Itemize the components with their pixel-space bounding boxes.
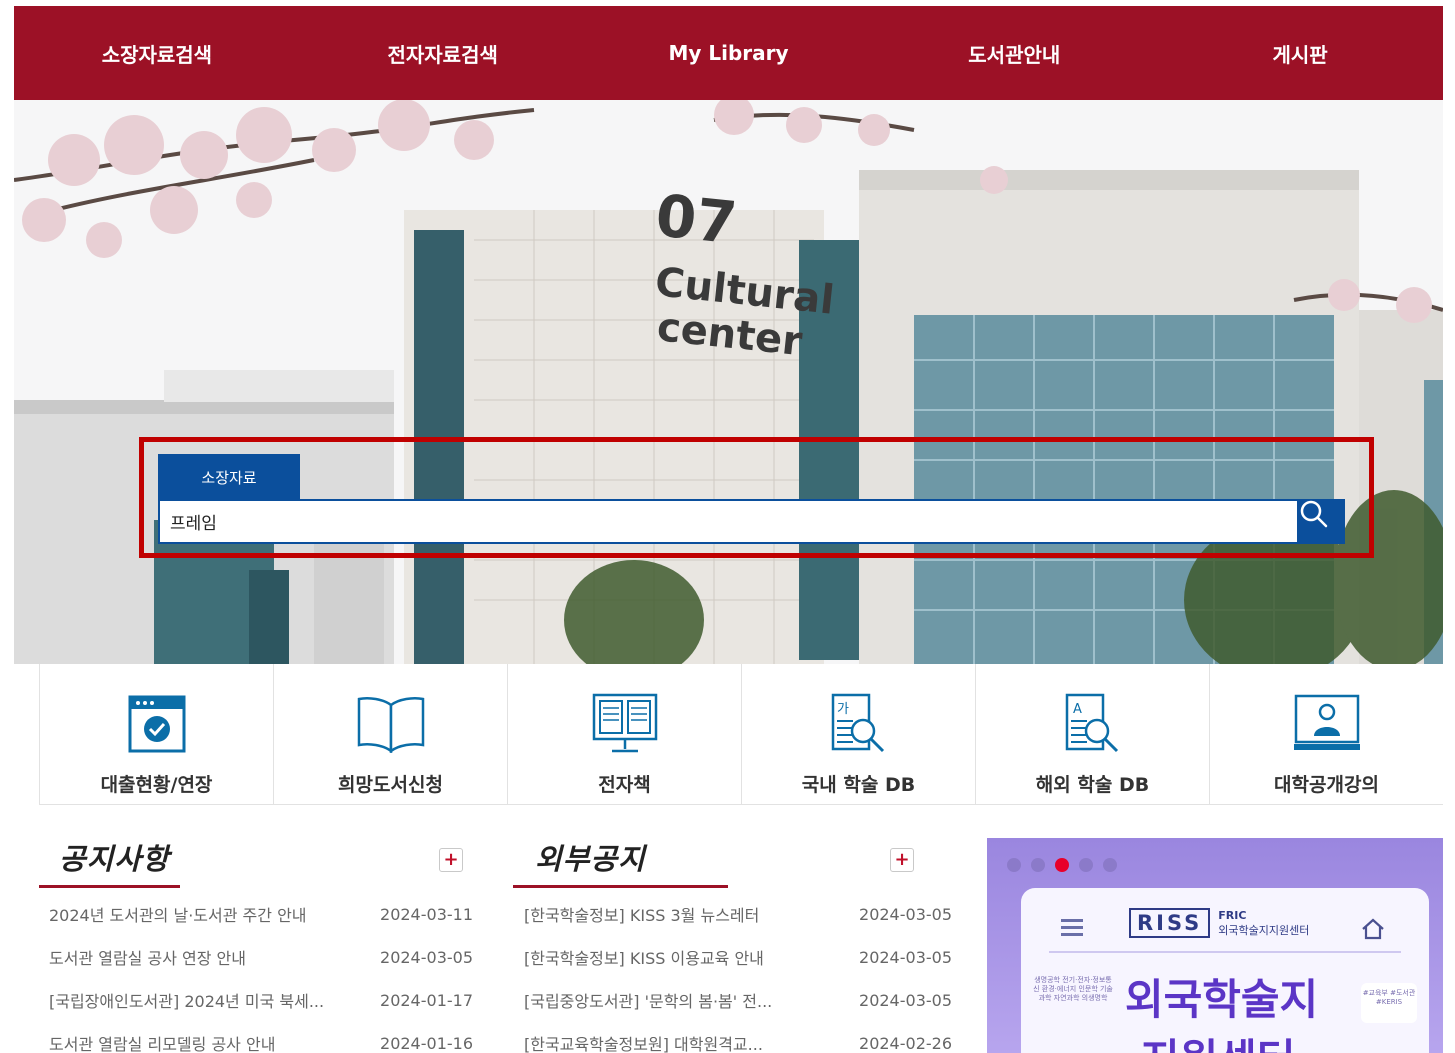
search-tab-collection[interactable]: 소장자료: [158, 454, 300, 500]
quick-link-korean-db[interactable]: 가 국내 학술 DB: [741, 664, 975, 804]
quick-link-foreign-db[interactable]: A 해외 학술 DB: [975, 664, 1209, 804]
search-button[interactable]: [1299, 499, 1345, 544]
external-row[interactable]: [한국학술정보] KISS 이용교육 안내 2024-03-05: [524, 942, 952, 972]
nav-item-board[interactable]: 게시판: [1157, 39, 1443, 68]
quick-link-label: 대학공개강의: [1274, 774, 1379, 796]
notice-title[interactable]: 도서관 열람실 리모델링 공사 안내: [49, 1031, 275, 1053]
quick-link-label: 희망도서신청: [338, 774, 443, 796]
quick-link-loan-status[interactable]: 대출현황/연장: [39, 664, 273, 804]
open-book-icon: [357, 697, 424, 753]
banner-headline-2: 지원센터: [1141, 1026, 1296, 1053]
ebook-monitor-icon: [592, 693, 657, 753]
notice-date: 2024-03-11: [380, 904, 473, 924]
nav-item-collection-search[interactable]: 소장자료검색: [14, 39, 300, 68]
external-title[interactable]: [국립중앙도서관] '문학의 봄·봄' 전...: [524, 988, 772, 1012]
banner-dot[interactable]: [1031, 858, 1045, 872]
external-title[interactable]: [한국학술정보] KISS 3월 뉴스레터: [524, 902, 759, 926]
search-input[interactable]: [158, 499, 1299, 544]
building-photo: 07 Cultural center: [14, 100, 1443, 664]
notice-title[interactable]: 도서관 열람실 공사 연장 안내: [49, 945, 246, 969]
svg-text:07: 07: [653, 181, 740, 257]
notice-title[interactable]: 2024년 도서관의 날·도서관 주간 안내: [49, 902, 307, 926]
banner-dot[interactable]: [1103, 858, 1117, 872]
quick-link-label: 해외 학술 DB: [1035, 774, 1150, 796]
external-row[interactable]: [한국학술정보] KISS 3월 뉴스레터 2024-03-05: [524, 899, 952, 929]
quick-links: 대출현황/연장 희망도서신청 전자책 가 국내 학술 DB A 해외 학술 DB…: [39, 664, 1443, 805]
riss-logo-text: RISS: [1129, 908, 1211, 938]
svg-text:가: 가: [837, 702, 849, 717]
quick-link-book-request[interactable]: 희망도서신청: [273, 664, 507, 804]
external-title[interactable]: [한국학술정보] KISS 이용교육 안내: [524, 945, 764, 969]
notice-row[interactable]: 2024년 도서관의 날·도서관 주간 안내 2024-03-11: [49, 899, 473, 929]
subject-tags: 생명공학 전기·전자·정보통신 환경·에너지 인문학 기술과학 자연과학 의생명…: [1033, 976, 1113, 1002]
riss-logo: RISS FRIC 외국학술지지원센터: [1129, 908, 1309, 938]
nav-item-my-library[interactable]: My Library: [586, 41, 872, 65]
search-icon: [1300, 500, 1328, 528]
quick-link-ebook[interactable]: 전자책: [507, 664, 741, 804]
notice-date: 2024-03-05: [380, 947, 473, 967]
external-date: 2024-03-05: [859, 947, 952, 967]
external-row[interactable]: [국립중앙도서관] '문학의 봄·봄' 전... 2024-03-05: [524, 985, 952, 1015]
notice-board-title: 공지사항: [59, 842, 170, 876]
banner-card: RISS FRIC 외국학술지지원센터 생명공학 전기·전자·정보통신 환경·에…: [1021, 888, 1429, 1053]
external-date: 2024-02-26: [859, 1033, 952, 1053]
notice-date: 2024-01-17: [380, 990, 473, 1010]
notice-title[interactable]: [국립장애인도서관] 2024년 미국 북세...: [49, 988, 324, 1012]
external-more-button[interactable]: +: [890, 848, 914, 872]
external-title-underline: [513, 885, 728, 888]
external-date: 2024-03-05: [859, 904, 952, 924]
notice-date: 2024-01-16: [380, 1033, 473, 1053]
quick-link-label: 국내 학술 DB: [801, 774, 916, 796]
calendar-check-icon: [128, 695, 185, 753]
menu-icon: [1061, 919, 1083, 936]
external-date: 2024-03-05: [859, 990, 952, 1010]
hero-banner: 07 Cultural center 소장자료 프레임: [14, 100, 1443, 664]
riss-sub-center: 외국학술지지원센터: [1218, 923, 1310, 937]
nav-item-library-guide[interactable]: 도서관안내: [871, 39, 1157, 68]
hashtag-box: #교육부 #도서관 #KERIS: [1361, 983, 1417, 1023]
promo-banner[interactable]: RISS FRIC 외국학술지지원센터 생명공학 전기·전자·정보통신 환경·에…: [987, 838, 1443, 1053]
external-row[interactable]: [한국교육학술정보원] 대학원격교... 2024-02-26: [524, 1028, 952, 1053]
lecture-monitor-icon: [1293, 694, 1360, 750]
notice-row[interactable]: 도서관 열람실 공사 연장 안내 2024-03-05: [49, 942, 473, 972]
notice-title-underline: [39, 885, 180, 888]
external-notice-board: 외부공지 + [한국학술정보] KISS 3월 뉴스레터 2024-03-05 …: [513, 836, 952, 1053]
home-icon: [1362, 918, 1384, 940]
notice-row[interactable]: [국립장애인도서관] 2024년 미국 북세... 2024-01-17: [49, 985, 473, 1015]
banner-dot[interactable]: [1079, 858, 1093, 872]
svg-text:A: A: [1073, 702, 1082, 717]
banner-dot[interactable]: [1007, 858, 1021, 872]
foreign-db-search-icon: A: [1065, 693, 1118, 753]
notice-more-button[interactable]: +: [439, 848, 463, 872]
quick-link-label: 전자책: [598, 774, 651, 796]
external-title[interactable]: [한국교육학술정보원] 대학원격교...: [524, 1031, 763, 1053]
notice-row[interactable]: 도서관 열람실 리모델링 공사 안내 2024-01-16: [49, 1028, 473, 1053]
plus-icon: +: [894, 849, 910, 870]
banner-dot-active[interactable]: [1055, 858, 1069, 872]
nav-item-eresource-search[interactable]: 전자자료검색: [300, 39, 586, 68]
korean-db-search-icon: 가: [831, 693, 884, 753]
quick-link-label: 대출현황/연장: [100, 774, 213, 796]
external-board-title: 외부공지: [535, 842, 646, 876]
riss-sub-fric: FRIC: [1218, 908, 1247, 922]
page: 소장자료검색 전자자료검색 My Library 도서관안내 게시판 07 Cu…: [14, 6, 1443, 1053]
plus-icon: +: [443, 849, 459, 870]
notice-board: 공지사항 + 2024년 도서관의 날·도서관 주간 안내 2024-03-11…: [39, 836, 495, 1053]
banner-pagination: [1007, 858, 1117, 872]
card-divider: [1049, 951, 1401, 953]
top-navigation: 소장자료검색 전자자료검색 My Library 도서관안내 게시판: [14, 6, 1443, 100]
quick-link-open-lecture[interactable]: 대학공개강의: [1209, 664, 1443, 804]
banner-headline-1: 외국학술지: [1125, 975, 1319, 1024]
